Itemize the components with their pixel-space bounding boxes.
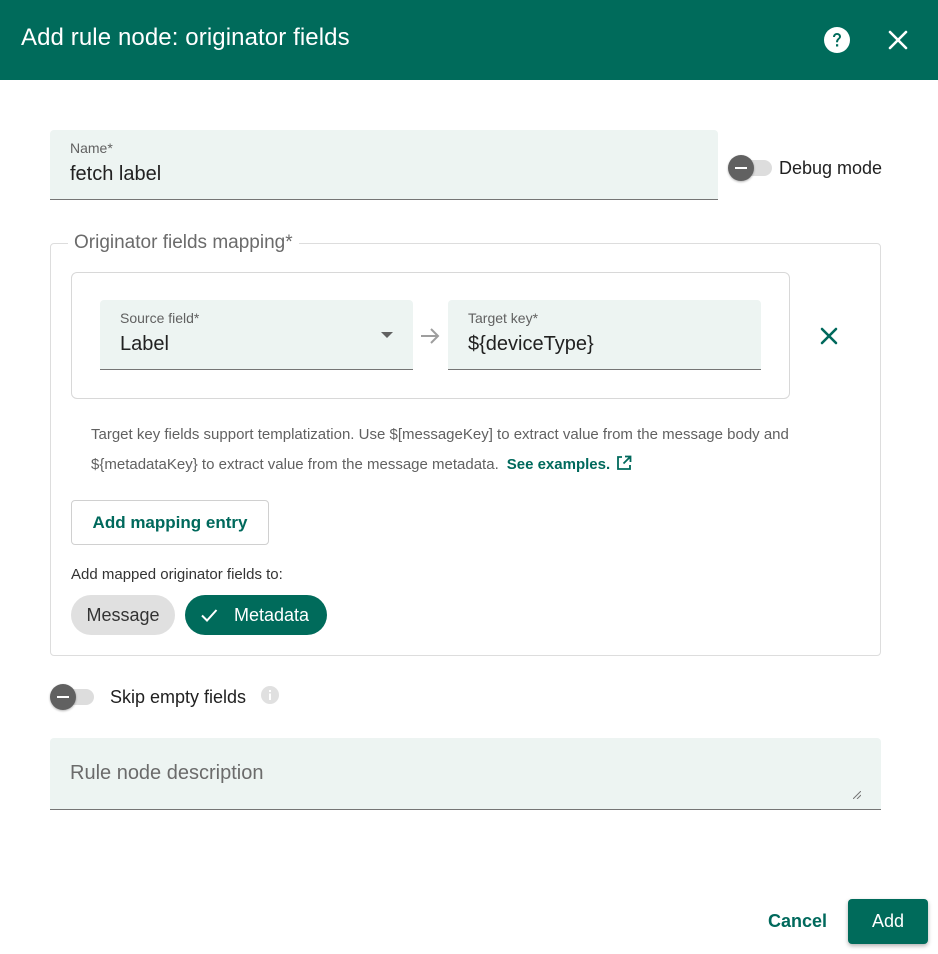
dialog-header: Add rule node: originator fields <box>0 0 938 80</box>
templatization-hint: Target key fields support templatization… <box>91 420 831 480</box>
name-field-label: Name* <box>70 140 113 156</box>
check-icon <box>201 609 218 622</box>
chip-message[interactable]: Message <box>71 595 175 635</box>
skip-empty-label: Skip empty fields <box>110 687 247 707</box>
info-icon[interactable] <box>260 685 280 705</box>
chip-metadata[interactable]: Metadata <box>185 595 327 635</box>
source-field-select[interactable]: Source field* Label <box>100 300 413 370</box>
description-placeholder: Rule node description <box>70 762 264 784</box>
debug-mode-thumb <box>728 155 754 181</box>
external-link-icon <box>617 455 632 470</box>
name-field[interactable]: Name* fetch label <box>50 130 718 200</box>
chip-message-label: Message <box>86 605 160 625</box>
rule-node-description-input[interactable]: Rule node description <box>50 738 881 810</box>
hint-text: Target key fields support templatization… <box>91 426 789 473</box>
close-icon[interactable] <box>885 27 911 53</box>
debug-mode-label: Debug mode <box>779 158 883 178</box>
dropdown-arrow-icon <box>381 332 393 338</box>
cancel-button[interactable]: Cancel <box>760 900 835 942</box>
source-field-label: Source field* <box>120 310 200 326</box>
skip-empty-toggle[interactable] <box>50 681 98 713</box>
add-to-label: Add mapped originator fields to: <box>71 566 283 583</box>
target-key-value: ${deviceType} <box>468 333 594 355</box>
resize-grip-icon[interactable] <box>853 791 861 799</box>
dialog-title: Add rule node: originator fields <box>21 24 350 51</box>
help-icon[interactable] <box>823 26 851 54</box>
add-button[interactable]: Add <box>848 899 928 944</box>
name-field-value: fetch label <box>70 163 162 185</box>
target-key-label: Target key* <box>468 310 539 326</box>
arrow-right-icon <box>421 328 440 344</box>
add-mapping-entry-button[interactable]: Add mapping entry <box>71 500 269 545</box>
mapping-legend: Originator fields mapping* <box>68 232 299 254</box>
source-field-value: Label <box>120 333 169 355</box>
skip-empty-thumb <box>50 684 76 710</box>
see-examples-link[interactable]: See examples. <box>506 455 632 473</box>
target-key-input[interactable]: Target key* ${deviceType} <box>448 300 761 370</box>
chip-metadata-label: Metadata <box>234 605 310 625</box>
debug-mode-toggle[interactable] <box>728 152 776 184</box>
remove-entry-icon[interactable] <box>815 322 843 350</box>
see-examples-label: See examples. <box>506 456 611 473</box>
